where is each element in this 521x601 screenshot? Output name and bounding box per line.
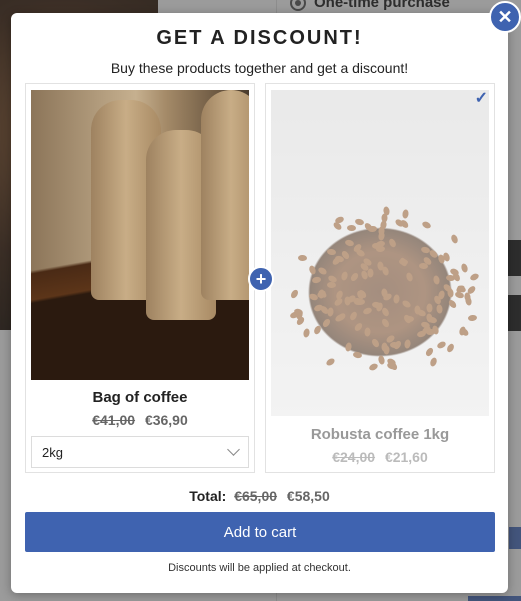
bean-texture	[381, 265, 390, 277]
bean-texture	[382, 206, 391, 217]
bean-texture	[327, 281, 337, 288]
bean-texture	[424, 346, 435, 358]
bean-texture	[370, 337, 381, 349]
bean-texture	[464, 295, 473, 306]
old-price: €41,00	[92, 412, 136, 428]
product-card-bag-of-coffee: Bag of coffee €41,00 €36,90 2kg	[25, 83, 255, 473]
bean-texture	[326, 248, 337, 256]
total-new-price: €58,50	[286, 488, 330, 504]
bean-texture	[459, 326, 471, 338]
bean-texture	[381, 342, 388, 352]
chevron-down-icon	[227, 443, 240, 456]
variant-value: 2kg	[42, 444, 63, 460]
old-price: €24,00	[332, 449, 376, 465]
bean-texture	[364, 327, 371, 337]
plus-icon: +	[248, 266, 274, 292]
bean-texture	[354, 218, 365, 227]
bean-texture	[460, 262, 469, 273]
total-line: Total: €65,00 €58,50	[11, 488, 508, 504]
variant-select[interactable]: 2kg	[31, 436, 249, 468]
product-image-coffee-beans	[271, 90, 489, 416]
bean-texture	[435, 340, 447, 350]
bean-texture	[332, 297, 344, 308]
bean-texture	[313, 324, 323, 336]
bean-texture	[362, 306, 374, 316]
checkmark-icon[interactable]: ✓	[475, 88, 488, 108]
bean-texture	[317, 266, 329, 276]
bean-texture	[377, 354, 386, 365]
total-old-price: €65,00	[234, 488, 278, 504]
bean-texture	[467, 315, 477, 322]
bean-texture	[447, 298, 459, 310]
bean-texture	[355, 298, 365, 305]
bean-texture	[340, 271, 349, 282]
bean-texture	[468, 272, 480, 282]
bean-texture	[450, 233, 460, 245]
product-name: Robusta coffee 1kg	[310, 426, 450, 443]
bean-texture	[400, 299, 412, 310]
bean-texture	[346, 224, 356, 232]
bean-texture	[348, 311, 359, 322]
bean-texture	[371, 242, 381, 249]
bean-texture	[435, 304, 443, 315]
bean-texture	[344, 342, 353, 353]
add-to-cart-button[interactable]: Add to cart	[25, 512, 495, 552]
bean-texture	[387, 237, 398, 249]
bean-texture	[445, 342, 455, 354]
bean-texture	[426, 303, 433, 313]
bean-texture	[297, 255, 308, 262]
bean-texture	[326, 307, 334, 318]
bean-texture	[393, 294, 400, 304]
bean-texture	[311, 276, 322, 285]
bean-texture	[307, 264, 317, 276]
modal-title: GET A DISCOUNT!	[156, 27, 363, 49]
bean-texture	[432, 274, 441, 285]
bean-texture	[380, 317, 391, 329]
bean-texture	[447, 288, 455, 298]
product-prices: €24,00 €21,60	[266, 449, 494, 465]
bean-texture	[421, 220, 433, 230]
bean-texture	[416, 329, 427, 338]
discount-modal: GET A DISCOUNT! Buy these products toget…	[11, 13, 508, 593]
bean-texture	[429, 356, 439, 367]
new-price: €21,60	[384, 449, 428, 465]
bean-texture	[302, 327, 311, 339]
bean-texture	[321, 317, 332, 329]
new-price: €36,90	[144, 412, 188, 428]
bean-texture	[368, 362, 380, 372]
bean-texture	[388, 360, 399, 372]
product-card-robusta[interactable]: ✓ Robusta coffee 1kg €24,00 €21,60	[265, 83, 495, 473]
bean-texture	[349, 271, 360, 283]
checkout-footnote: Discounts will be applied at checkout.	[168, 562, 351, 574]
product-prices: €41,00 €36,90	[26, 412, 254, 428]
close-icon[interactable]: ✕	[489, 1, 521, 33]
bean-texture	[334, 215, 346, 225]
bean-texture	[333, 312, 345, 323]
bean-texture	[405, 271, 414, 283]
modal-subtitle: Buy these products together and get a di…	[110, 60, 409, 76]
bean-texture	[402, 313, 412, 325]
bean-texture	[401, 209, 410, 219]
product-name: Bag of coffee	[92, 389, 188, 406]
bean-texture	[437, 290, 446, 301]
bean-texture	[352, 351, 363, 359]
bean-texture	[353, 321, 364, 333]
total-label: Total:	[189, 488, 227, 504]
bean-texture	[403, 339, 412, 349]
product-image-coffee-bags	[31, 90, 249, 380]
bean-texture	[367, 225, 378, 233]
bean-texture	[343, 238, 355, 247]
bean-texture	[325, 356, 337, 367]
bean-texture	[289, 288, 299, 299]
bean-texture	[380, 306, 391, 318]
